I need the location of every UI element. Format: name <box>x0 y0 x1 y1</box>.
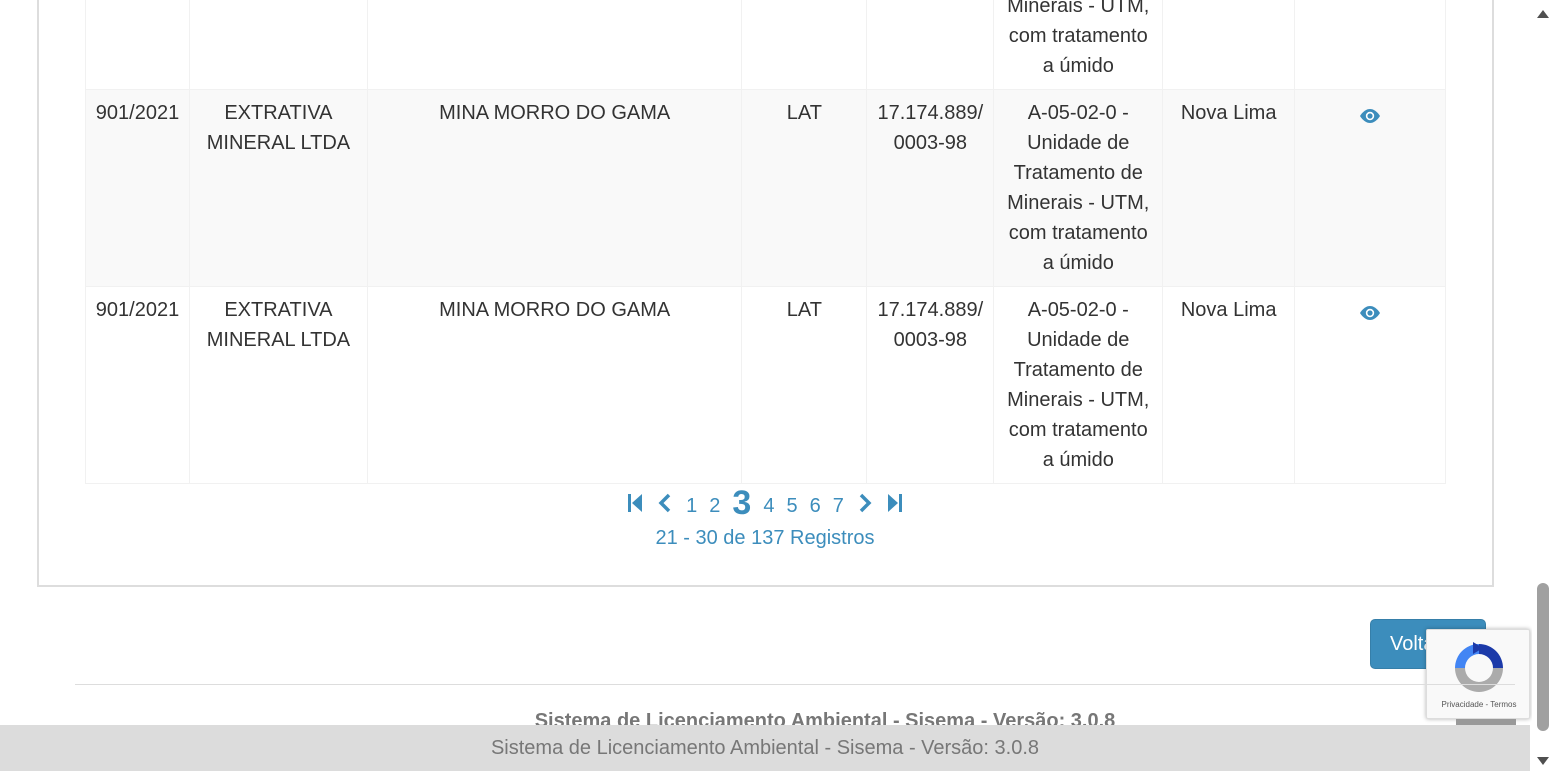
action-cell <box>1294 89 1446 287</box>
first-page-icon[interactable] <box>620 488 650 518</box>
number-cell: 901/2021 <box>85 286 190 484</box>
scroll-up-icon[interactable] <box>1537 6 1549 18</box>
records-count: 21 - 30 de 137 Registros <box>655 527 875 549</box>
eye-icon[interactable] <box>1358 301 1382 320</box>
modality-cell: LAT <box>741 89 868 287</box>
page-link-1[interactable]: 1 <box>680 491 703 521</box>
results-table: Minerais - UTM, com tratamento a úmido 9… <box>85 0 1446 484</box>
page-link-2[interactable]: 2 <box>703 491 726 521</box>
activity-cell: Minerais - UTM, com tratamento a úmido <box>993 0 1164 90</box>
terms-link[interactable]: Termos <box>1490 700 1516 709</box>
activity-cell: A-05-02-0 - Unidade de Tratamento de Min… <box>993 286 1164 484</box>
eye-icon[interactable] <box>1358 104 1382 123</box>
recaptcha-badge[interactable]: Privacidade - Termos <box>1426 629 1530 719</box>
page-link-6[interactable]: 6 <box>804 491 827 521</box>
fixed-footer: Sistema de Licenciamento Ambiental - Sis… <box>0 725 1530 771</box>
modality-cell: LAT <box>741 286 868 484</box>
pagination: 1 2 3 4 5 6 7 <box>0 478 1530 528</box>
scrollbar-thumb[interactable] <box>1537 583 1549 731</box>
recaptcha-links: Privacidade - Termos <box>1427 700 1531 709</box>
action-cell <box>1294 286 1446 484</box>
enterprise-cell: MINA MORRO DO GAMA <box>366 286 743 484</box>
footer-divider <box>75 684 1515 685</box>
page-link-current[interactable]: 3 <box>726 486 757 520</box>
activity-cell: A-05-02-0 - Unidade de Tratamento de Min… <box>993 89 1164 287</box>
page-link-4[interactable]: 4 <box>757 491 780 521</box>
page-link-7[interactable]: 7 <box>827 491 850 521</box>
table-row: Minerais - UTM, com tratamento a úmido <box>85 0 1446 90</box>
privacy-link[interactable]: Privacidade <box>1441 700 1483 709</box>
company-cell: EXTRATIVA MINERAL LTDA <box>188 89 368 287</box>
page-link-5[interactable]: 5 <box>780 491 803 521</box>
scroll-down-icon[interactable] <box>1537 753 1549 765</box>
scrollbar[interactable] <box>1532 0 1554 771</box>
last-page-icon[interactable] <box>880 488 910 518</box>
company-cell: EXTRATIVA MINERAL LTDA <box>188 286 368 484</box>
next-page-icon[interactable] <box>850 488 880 518</box>
city-cell: Nova Lima <box>1162 286 1296 484</box>
table-row: 901/2021 EXTRATIVA MINERAL LTDA MINA MOR… <box>85 89 1446 287</box>
number-cell: 901/2021 <box>85 89 190 287</box>
table-row: 901/2021 EXTRATIVA MINERAL LTDA MINA MOR… <box>85 286 1446 484</box>
recaptcha-icon <box>1449 638 1509 698</box>
city-cell: Nova Lima <box>1162 89 1296 287</box>
fixed-footer-text: Sistema de Licenciamento Ambiental - Sis… <box>490 737 1040 759</box>
enterprise-cell: MINA MORRO DO GAMA <box>366 89 743 287</box>
cnpj-cell: 17.174.889/ 0003-98 <box>866 89 995 287</box>
cnpj-cell: 17.174.889/ 0003-98 <box>866 286 995 484</box>
previous-page-icon[interactable] <box>650 488 680 518</box>
